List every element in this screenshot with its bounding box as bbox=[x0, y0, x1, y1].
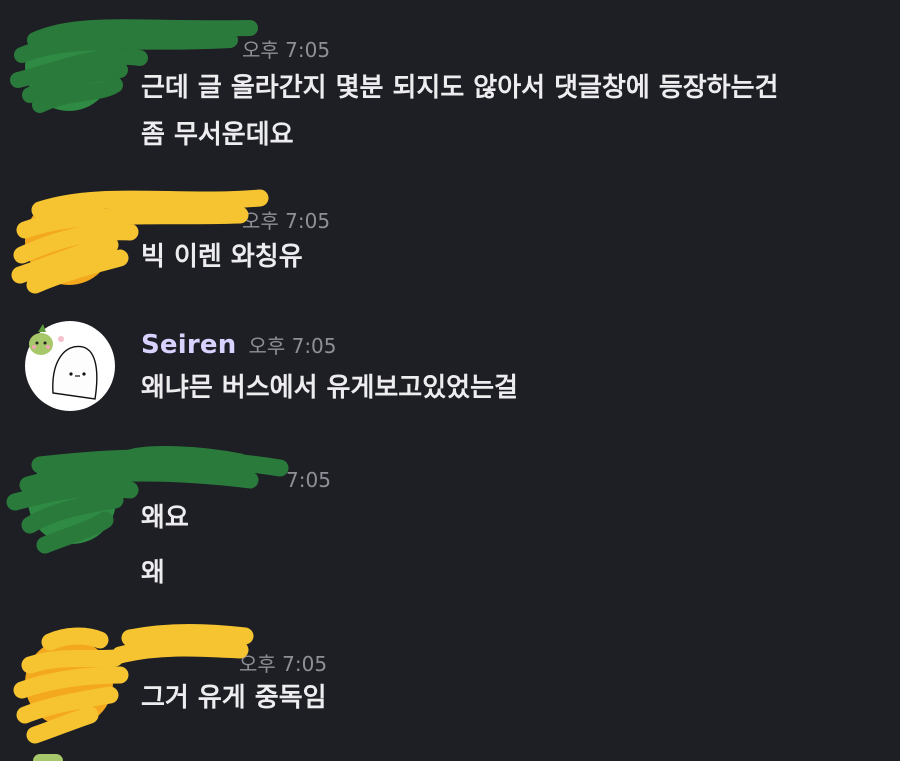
timestamp: 오후 7:05 bbox=[242, 38, 331, 62]
message-text: 근데 글 올라간지 몇분 되지도 않아서 댓글창에 등장하는건 좀 무서운데요 bbox=[141, 68, 778, 156]
avatar[interactable] bbox=[25, 639, 113, 727]
message-line: 좀 무서운데요 bbox=[141, 120, 294, 150]
message-line: 그거 유게 중독임 bbox=[141, 683, 327, 713]
message-text: 그거 유게 중독임 bbox=[141, 678, 327, 719]
redaction-scribble bbox=[6, 446, 289, 554]
redaction-scribble bbox=[13, 624, 254, 744]
timestamp: 오후 7:05 bbox=[239, 652, 328, 676]
message-text: 빅 이렌 와칭유 bbox=[141, 237, 303, 278]
message-line: 왜요 bbox=[141, 503, 189, 533]
avatar[interactable] bbox=[25, 197, 113, 285]
avatar[interactable] bbox=[25, 321, 115, 411]
timestamp: 오후 7:05 bbox=[242, 209, 331, 233]
timestamp: 오후 7:05 bbox=[248, 334, 337, 358]
timestamp: 7:05 bbox=[286, 468, 331, 492]
avatar[interactable] bbox=[25, 23, 113, 111]
message-text: 왜요 왜 bbox=[141, 498, 189, 594]
message-line: 빅 이렌 와칭유 bbox=[141, 242, 303, 272]
avatar-drawing bbox=[29, 324, 98, 400]
message-text: 왜냐믄 버스에서 유게보고있었는걸 bbox=[141, 368, 518, 409]
message-line: 왜냐믄 버스에서 유게보고있었는걸 bbox=[141, 373, 518, 403]
avatar[interactable] bbox=[28, 456, 116, 544]
message-line: 근데 글 올라간지 몇분 되지도 않아서 댓글창에 등장하는건 bbox=[141, 73, 779, 103]
message-line: 왜 bbox=[141, 558, 165, 588]
username[interactable]: Seiren bbox=[141, 330, 236, 360]
redaction-scribble bbox=[11, 189, 269, 294]
message-header: Seiren 오후 7:05 bbox=[141, 330, 337, 360]
avatar[interactable] bbox=[33, 754, 63, 761]
